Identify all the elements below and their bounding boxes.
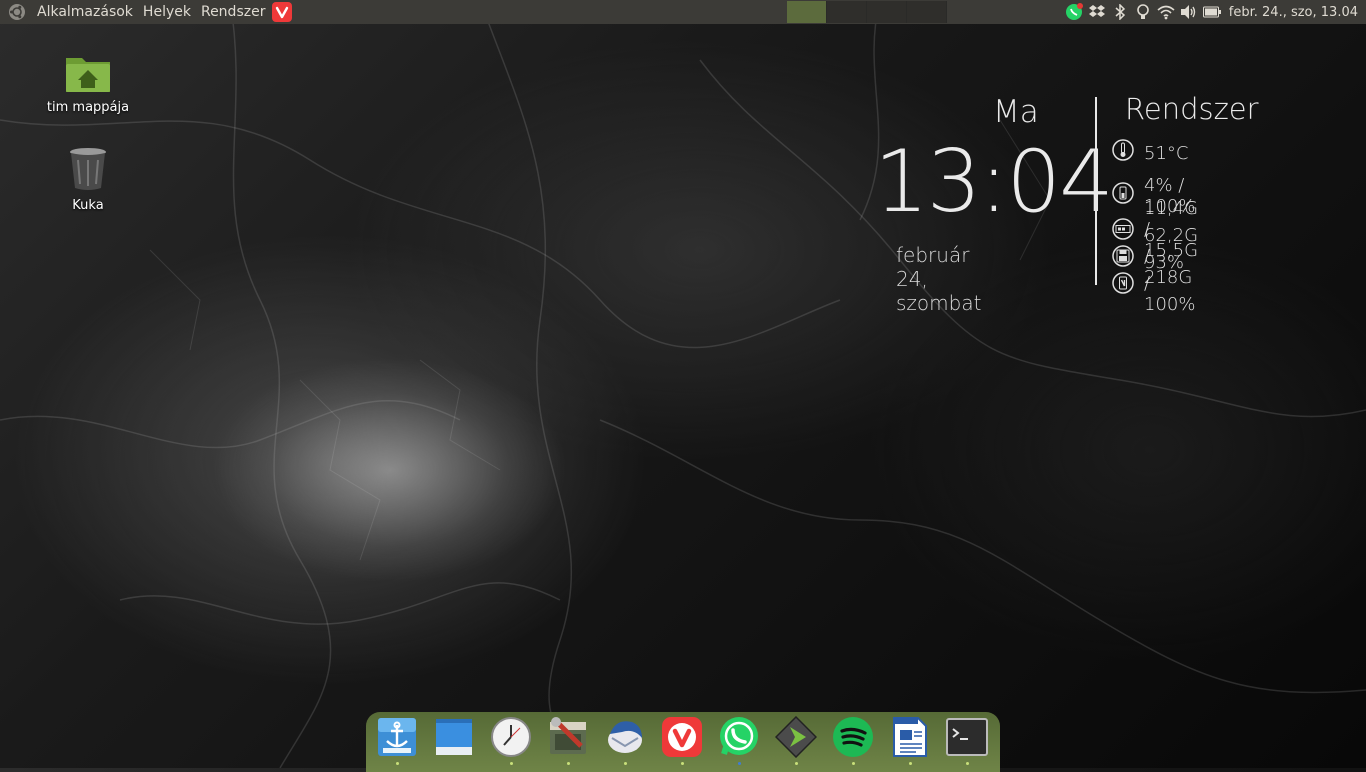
running-indicator: [510, 762, 513, 765]
workspace-1[interactable]: [787, 1, 827, 23]
vivaldi-launcher-icon[interactable]: [272, 2, 293, 22]
wifi-icon[interactable]: [1157, 3, 1175, 21]
running-indicator: [681, 762, 684, 765]
running-indicator: [966, 762, 969, 765]
conky-day: Ma: [993, 94, 1039, 130]
desktop-icon-trash[interactable]: Kuka: [38, 146, 138, 213]
stat-value: 51°C: [1144, 143, 1189, 164]
top-panel: Alkalmazások Helyek Rendszer febr. 24., …: [0, 0, 1366, 24]
bluetooth-icon[interactable]: [1111, 3, 1129, 21]
thunderbird-icon[interactable]: [604, 716, 646, 758]
stat-value: 93% / 100%: [1144, 252, 1196, 315]
running-indicator: [909, 762, 912, 765]
running-indicator: [795, 762, 798, 765]
menu-applications[interactable]: Alkalmazások: [32, 4, 138, 20]
whatsapp-icon[interactable]: [1065, 3, 1083, 21]
stat-battery: 93% / 100%: [1112, 250, 1195, 315]
desktop-icon-label: tim mappája: [46, 100, 130, 115]
running-indicator: [396, 762, 399, 765]
conky-system-title: Rendszer: [1125, 92, 1259, 126]
dropbox-icon[interactable]: [1088, 3, 1106, 21]
spotify-icon[interactable]: [832, 716, 874, 758]
workspace-2[interactable]: [827, 1, 867, 23]
conky-time: 13:04: [874, 132, 1114, 232]
terminal-icon[interactable]: [946, 716, 988, 758]
workspace-3[interactable]: [867, 1, 907, 23]
temperature-icon: [1112, 138, 1134, 161]
lightbulb-icon[interactable]: [1134, 3, 1152, 21]
volume-icon[interactable]: [1180, 3, 1198, 21]
desktop-icon-home[interactable]: tim mappája: [38, 52, 138, 115]
workspace-4[interactable]: [907, 1, 947, 23]
menu-places[interactable]: Helyek: [138, 4, 196, 20]
menu-system[interactable]: Rendszer: [196, 4, 270, 20]
home-folder-icon: [38, 52, 138, 98]
running-indicator: [567, 762, 570, 765]
system-tools-icon[interactable]: [547, 716, 589, 758]
media-player-icon[interactable]: [775, 716, 817, 758]
vivaldi-icon[interactable]: [661, 716, 703, 758]
running-indicator: [738, 762, 741, 765]
battery-icon: [1112, 271, 1134, 294]
trash-icon: [38, 146, 138, 196]
conky-date: február 24, szombat: [896, 243, 982, 315]
stat-temperature: 51°C: [1112, 135, 1188, 164]
ubuntu-logo-icon[interactable]: [8, 3, 26, 21]
clock-app-icon[interactable]: [490, 716, 532, 758]
desktop-window-icon[interactable]: [433, 716, 475, 758]
conky-separator: [1095, 97, 1097, 285]
battery-icon[interactable]: [1202, 3, 1221, 21]
desktop-icon-label: Kuka: [72, 198, 104, 213]
whatsapp-icon[interactable]: [718, 716, 760, 758]
workspace-switcher: [787, 0, 947, 24]
panel-clock[interactable]: febr. 24., szo, 13.04: [1229, 5, 1358, 20]
writer-document-icon[interactable]: [889, 716, 931, 758]
running-indicator: [852, 762, 855, 765]
system-tray: febr. 24., szo, 13.04: [1065, 0, 1358, 24]
running-indicator: [624, 762, 627, 765]
anchor-launcher-icon[interactable]: [376, 716, 418, 758]
